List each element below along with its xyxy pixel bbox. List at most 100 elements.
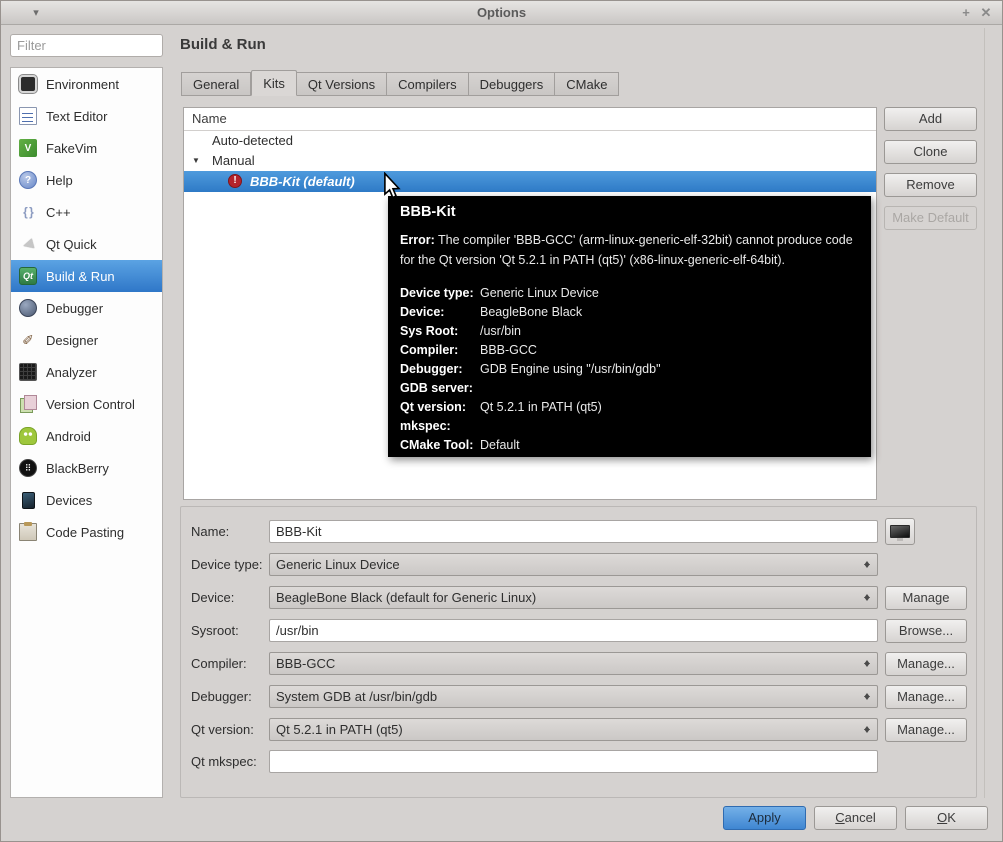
tooltip-row: Compiler: BBB-GCC	[400, 341, 859, 360]
filter-input[interactable]	[10, 34, 163, 57]
tooltip-row-label: Qt version:	[400, 400, 466, 414]
options-dialog: ▾ Options + ✕ Environment Text Editor Fa…	[0, 0, 1003, 842]
tab-general[interactable]: General	[181, 72, 252, 96]
code-pasting-icon	[19, 522, 37, 541]
tooltip-row-label: GDB server:	[400, 381, 473, 395]
sidebar-item-analyzer[interactable]: Analyzer	[11, 356, 162, 388]
tab-kits[interactable]: Kits	[251, 70, 297, 96]
tooltip-row-label: CMake Tool:	[400, 438, 474, 452]
tab-debuggers[interactable]: Debuggers	[468, 72, 556, 96]
spinner-icon[interactable]	[863, 554, 873, 575]
sysroot-browse-button[interactable]: Browse...	[885, 619, 967, 643]
qt-version-manage-button[interactable]: Manage...	[885, 718, 967, 742]
tree-column-header[interactable]: Name	[184, 108, 876, 131]
close-icon[interactable]: ✕	[976, 3, 996, 23]
environment-icon	[18, 74, 38, 94]
debugger-label: Debugger:	[191, 689, 252, 704]
spinner-icon[interactable]	[863, 587, 873, 608]
device-manage-button[interactable]: Manage	[885, 586, 967, 610]
sidebar-item-code-pasting[interactable]: Code Pasting	[11, 516, 162, 548]
tooltip-row: mkspec:	[400, 417, 859, 436]
titlebar: ▾ Options + ✕	[1, 1, 1002, 25]
sidebar-item-label: Help	[46, 172, 73, 188]
scrollbar-track[interactable]	[984, 28, 985, 798]
sysroot-label: Sysroot:	[191, 623, 239, 638]
tooltip-row-value: Qt 5.2.1 in PATH (qt5)	[480, 400, 602, 414]
window-title: Options	[476, 5, 527, 20]
tab-compilers[interactable]: Compilers	[387, 72, 469, 96]
cpp-icon	[19, 203, 37, 221]
tooltip-row: GDB server:	[400, 379, 859, 398]
spinner-icon[interactable]	[863, 719, 873, 740]
tooltip-row: CMake Tool: Default	[400, 436, 859, 455]
tooltip-row: Sys Root: /usr/bin	[400, 322, 859, 341]
sidebar-item-designer[interactable]: Designer	[11, 324, 162, 356]
tooltip-row: Qt version: Qt 5.2.1 in PATH (qt5)	[400, 398, 859, 417]
tree-row-auto-detected[interactable]: Auto-detected	[184, 131, 876, 151]
tooltip-row-value: BeagleBone Black	[480, 305, 583, 319]
sidebar-item-text-editor[interactable]: Text Editor	[11, 100, 162, 132]
sidebar-item-fakevim[interactable]: FakeVim	[11, 132, 162, 164]
tab-cmake[interactable]: CMake	[555, 72, 620, 96]
tree-row-label: Manual	[212, 153, 255, 168]
android-icon	[19, 427, 37, 445]
qt-version-value: Qt 5.2.1 in PATH (qt5)	[276, 722, 403, 737]
sidebar-item-qt-quick[interactable]: Qt Quick	[11, 228, 162, 260]
tree-row-bbb-kit[interactable]: ! BBB-Kit (default)	[184, 171, 876, 192]
spinner-icon[interactable]	[863, 653, 873, 674]
tooltip-row: Device: BeagleBone Black	[400, 303, 859, 322]
compiler-manage-button[interactable]: Manage...	[885, 652, 967, 676]
sidebar-item-version-control[interactable]: Version Control	[11, 388, 162, 420]
sidebar-item-build-and-run[interactable]: Build & Run	[11, 260, 162, 292]
sidebar-item-label: FakeVim	[46, 140, 98, 156]
sidebar-item-help[interactable]: Help	[11, 164, 162, 196]
sidebar-item-label: BlackBerry	[46, 460, 109, 476]
sidebar-item-label: Environment	[46, 76, 119, 92]
debugger-select[interactable]: System GDB at /usr/bin/gdb	[269, 685, 878, 708]
apply-button[interactable]: Apply	[723, 806, 806, 830]
expand-arrow-icon[interactable]: ▼	[192, 151, 200, 171]
tooltip-row-label: Debugger:	[400, 362, 463, 376]
sidebar-item-label: Text Editor	[46, 108, 108, 124]
form-row-device: Device: BeagleBone Black (default for Ge…	[181, 586, 976, 610]
name-input[interactable]	[269, 520, 878, 543]
sidebar-item-android[interactable]: Android	[11, 420, 162, 452]
sidebar-item-devices[interactable]: Devices	[11, 484, 162, 516]
sidebar-item-cpp[interactable]: C++	[11, 196, 162, 228]
sidebar-item-label: Analyzer	[46, 364, 97, 380]
clone-button[interactable]: Clone	[884, 140, 977, 164]
device-type-select[interactable]: Generic Linux Device	[269, 553, 878, 576]
tree-row-label: BBB-Kit (default)	[250, 174, 355, 189]
text-editor-icon	[19, 107, 37, 125]
debugger-manage-button[interactable]: Manage...	[885, 685, 967, 709]
compiler-select[interactable]: BBB-GCC	[269, 652, 878, 675]
version-control-icon	[19, 395, 37, 413]
qt-mkspec-input[interactable]	[269, 750, 878, 773]
form-row-debugger: Debugger: System GDB at /usr/bin/gdb Man…	[181, 685, 976, 709]
error-icon: !	[228, 174, 242, 188]
sidebar-item-label: Version Control	[46, 396, 135, 412]
sidebar-item-blackberry[interactable]: BlackBerry	[11, 452, 162, 484]
maximize-icon[interactable]: +	[956, 3, 976, 23]
sidebar-item-environment[interactable]: Environment	[11, 68, 162, 100]
tab-qt-versions[interactable]: Qt Versions	[296, 72, 388, 96]
add-button[interactable]: Add	[884, 107, 977, 131]
compiler-label: Compiler:	[191, 656, 247, 671]
tooltip-row-label: Sys Root:	[400, 324, 459, 338]
make-default-button[interactable]: Make Default	[884, 206, 977, 230]
cancel-button[interactable]: Cancel	[814, 806, 897, 830]
device-select[interactable]: BeagleBone Black (default for Generic Li…	[269, 586, 878, 609]
sysroot-input[interactable]	[269, 619, 878, 642]
form-row-qt-mkspec: Qt mkspec:	[181, 750, 976, 773]
monitor-icon	[890, 525, 910, 541]
tree-row-manual[interactable]: ▼ Manual	[184, 151, 876, 171]
spinner-icon[interactable]	[863, 686, 873, 707]
tooltip-row-value: Generic Linux Device	[480, 286, 599, 300]
qt-version-select[interactable]: Qt 5.2.1 in PATH (qt5)	[269, 718, 878, 741]
kit-icon-button[interactable]	[885, 518, 915, 545]
sidebar-item-label: Code Pasting	[46, 524, 125, 540]
sidebar-item-debugger[interactable]: Debugger	[11, 292, 162, 324]
ok-button[interactable]: OK	[905, 806, 988, 830]
device-type-label: Device type:	[191, 557, 263, 572]
remove-button[interactable]: Remove	[884, 173, 977, 197]
